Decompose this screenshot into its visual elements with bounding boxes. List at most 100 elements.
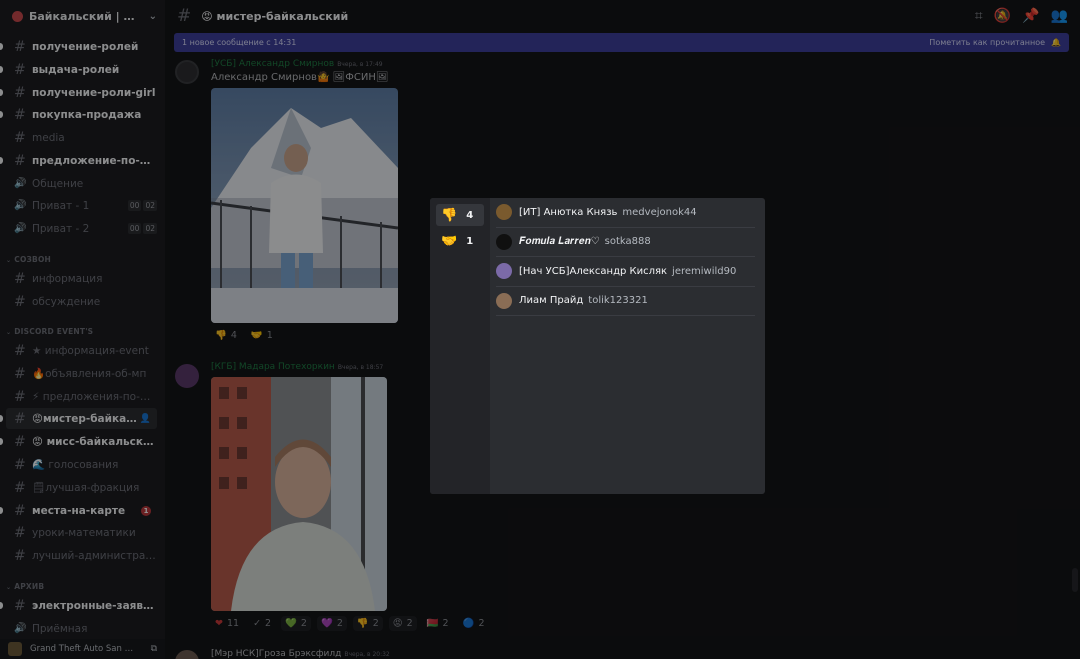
reaction-chip[interactable]: ✓ 2 [249, 616, 275, 631]
channel-item[interactable]: 🔊 Приват - 1 00 02 [6, 195, 157, 216]
user-username: sotka888 [604, 236, 651, 248]
reaction-chip[interactable]: 💜 2 [316, 616, 347, 631]
channel-item[interactable]: 🔊 Приват - 2 00 02 [6, 218, 157, 239]
channel-item[interactable]: # покупка-продажа [0, 104, 157, 125]
hash-icon: # [14, 524, 26, 541]
channel-item[interactable]: 🔊 Приёмная [6, 618, 157, 639]
reaction-user-row[interactable]: [ИТ] Анютка Князь medvejonok44 [496, 198, 755, 228]
pin-icon[interactable]: 📌 [1022, 8, 1039, 24]
voice-user-count: 00 [127, 200, 142, 211]
reaction-chip[interactable]: 🇧🇾 2 [423, 616, 453, 631]
message-timestamp: Вчера, в 17:49 [337, 61, 383, 68]
reaction-count: 2 [406, 618, 413, 629]
reaction-user-row[interactable]: Лиам Прайд tolik123321 [496, 287, 755, 316]
unread-indicator [0, 507, 3, 514]
category-label: АРХИВ [14, 582, 45, 591]
channel-label: получение-ролей [32, 40, 139, 53]
scrollbar[interactable] [1072, 568, 1078, 592]
channel-item[interactable]: # получение-ролей [0, 36, 157, 57]
channel-category[interactable]: ⌄ СОЗВОН [6, 255, 51, 264]
channel-label: лучший-администратор [32, 549, 157, 562]
channel-label: 🔥объявления-об-мп [32, 368, 147, 380]
channel-item[interactable]: # ⚡ предложения-по-ив… [6, 386, 157, 407]
hash-icon: # [14, 456, 26, 473]
mark-read-button[interactable]: Пометить как прочитанное [929, 38, 1045, 47]
message-author[interactable]: [УСБ] Александр Смирнов [211, 59, 334, 69]
channel-item[interactable]: # получение-роли-girl [0, 82, 157, 103]
new-messages-text: 1 новое сообщение с 14:31 [182, 38, 297, 47]
reaction-chip[interactable]: 💚 2 [281, 616, 311, 631]
screen-share-icon[interactable]: ⧉ [151, 644, 157, 654]
game-icon [8, 642, 22, 656]
avatar[interactable] [175, 650, 199, 659]
portrait-photo [211, 377, 387, 611]
channel-item[interactable]: # media [6, 127, 157, 148]
new-messages-bar[interactable]: 1 новое сообщение с 14:31 Пометить как п… [174, 33, 1069, 52]
blue-circle-icon: 🔵 [462, 618, 475, 629]
reaction-chip[interactable]: 👎 2 [352, 616, 383, 631]
channel-category[interactable]: ⌄ АРХИВ [6, 582, 44, 591]
channel-item[interactable]: # уроки-математики [6, 522, 157, 543]
message-image[interactable] [211, 88, 398, 323]
reaction-count: 11 [226, 618, 240, 629]
reaction-tab[interactable]: 🤝 1 [436, 230, 484, 252]
unread-indicator [0, 66, 3, 73]
channel-item[interactable]: # 🌊 голосования [6, 454, 157, 475]
reaction-chip[interactable]: ❤ 11 [211, 616, 243, 631]
reaction-chip[interactable]: 👎 4 [211, 328, 241, 343]
speaker-icon: 🔊 [14, 223, 27, 234]
server-header[interactable]: Байкальский | Фрак… ⌄ [0, 0, 165, 32]
channel-item[interactable]: 🔊 Общение [6, 173, 157, 194]
message-image[interactable] [211, 377, 387, 611]
category-label: DISCORD EVENT'S [14, 327, 94, 336]
threads-icon[interactable]: ⌗ [975, 8, 983, 24]
thumbs-down-icon: 👎 [441, 207, 458, 223]
mute-icon[interactable]: 🔕 [994, 8, 1011, 24]
topbar-icons: ⌗ 🔕 📌 👥 [975, 8, 1068, 24]
avatar[interactable] [175, 364, 199, 388]
user-username: medvejonok44 [622, 206, 697, 218]
channel-item[interactable]: # ★ информация-event [6, 340, 157, 361]
reaction-chip[interactable]: 🔵 2 [459, 616, 489, 631]
channel-item[interactable]: # 😡мистер-байкальс…👤 [0, 408, 157, 429]
channel-item[interactable]: # места-на-карте 1 [0, 500, 157, 521]
channel-item[interactable]: # лучший-администратор [6, 545, 157, 566]
reaction-chip[interactable]: 😡 2 [388, 616, 417, 631]
discord-app: Байкальский | Фрак… ⌄ ⌄СОЗВОН ⌄DISCORD EV… [0, 0, 1080, 659]
unread-indicator [0, 89, 3, 96]
hash-icon: # [14, 61, 26, 78]
reaction-count: 2 [336, 618, 343, 629]
voice-user-limit: 02 [143, 223, 157, 234]
message-author[interactable]: [КГБ] Мадара Потехоркин [211, 362, 335, 372]
channel-item[interactable]: # 🔥объявления-об-мп [6, 363, 157, 384]
hash-icon: # [14, 597, 26, 614]
channel-item[interactable]: # предложение-по-мп-н… [0, 150, 157, 171]
add-user-icon[interactable]: 👤 [140, 414, 151, 424]
heart-icon: ❤ [215, 618, 223, 629]
mark-read-icon: 🔔 [1051, 38, 1061, 47]
channel-item[interactable]: # 🗒лучшая-фракция [6, 477, 157, 498]
activity-bar[interactable]: Grand Theft Auto San … ⧉ [0, 639, 165, 659]
members-icon[interactable]: 👥 [1051, 8, 1068, 24]
reactions-row: 👎 4 🤝 1 [211, 328, 277, 343]
avatar[interactable] [175, 60, 199, 84]
reaction-tab[interactable]: 👎 4 [436, 204, 484, 226]
channel-item[interactable]: # выдача-ролей [0, 59, 157, 80]
hash-icon: # [14, 479, 26, 496]
message-author[interactable]: [Мэр НСК]Гроза Брэксфилд [211, 649, 341, 659]
message-header: [КГБ] Мадара Потехоркин Вчера, в 18:57 [211, 362, 383, 372]
channel-item[interactable]: # информация [6, 268, 157, 289]
channel-item[interactable]: # обсуждение [6, 291, 157, 312]
hash-icon: # [14, 433, 26, 450]
reaction-user-row[interactable]: 𝑭𝒐𝒎𝒖𝒍𝒂 𝑳𝒂𝒓𝒓𝒆𝒏♡ sotka888 [496, 228, 755, 257]
channel-label: предложение-по-мп-н… [32, 154, 157, 167]
channel-item[interactable]: # 😡 мисс-байкальский [0, 431, 157, 452]
channel-category[interactable]: ⌄ DISCORD EVENT'S [6, 327, 93, 336]
hash-icon: # [14, 547, 26, 564]
reaction-user-row[interactable]: [Нач УСБ]Александр Кисляк jeremiwild90 [496, 257, 755, 287]
reaction-chip[interactable]: 🤝 1 [247, 328, 277, 343]
channel-item[interactable]: # электронные-заявления [0, 595, 157, 616]
user-nick: [ИТ] Анютка Князь [519, 206, 618, 218]
message-timestamp: Вчера, в 20:32 [344, 651, 390, 658]
speaker-icon: 🔊 [14, 178, 27, 189]
